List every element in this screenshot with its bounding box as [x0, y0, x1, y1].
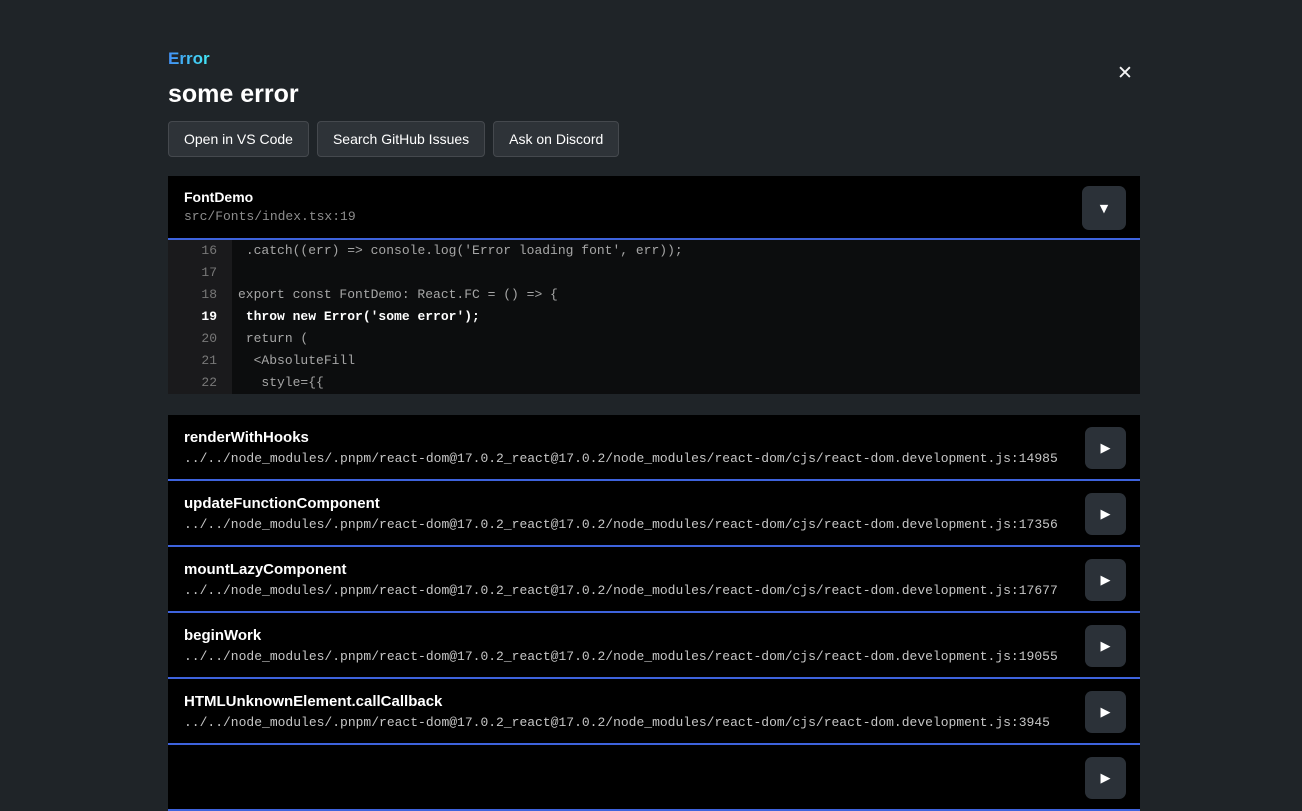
code-line: 22 style={{	[168, 372, 1140, 394]
code-line: 21 <AbsoluteFill	[168, 350, 1140, 372]
chevron-down-icon: ▼	[1100, 203, 1108, 214]
frame-path: ../../node_modules/.pnpm/react-dom@17.0.…	[184, 517, 1070, 532]
expand-frame-button[interactable]: ▶	[1085, 559, 1126, 601]
line-number: 19	[168, 306, 232, 328]
code-line: 16 .catch((err) => console.log('Error lo…	[168, 240, 1140, 262]
expand-frame-button[interactable]: ▶	[1085, 625, 1126, 667]
stack-trace-list: renderWithHooks ../../node_modules/.pnpm…	[168, 415, 1140, 811]
error-kicker: Error	[168, 49, 210, 69]
action-buttons: Open in VS Code Search GitHub Issues Ask…	[168, 121, 1140, 157]
stack-frame-htmlunknownelement-callcallback: HTMLUnknownElement.callCallback ../../no…	[168, 679, 1140, 745]
error-content: Error some error Open in VS Code Search …	[168, 49, 1140, 811]
code-frame-card: FontDemo src/Fonts/index.tsx:19 ▼ 16 .ca…	[168, 176, 1140, 394]
frame-name: HTMLUnknownElement.callCallback	[184, 693, 1070, 710]
code-snippet: 16 .catch((err) => console.log('Error lo…	[168, 240, 1140, 394]
line-code: return (	[232, 328, 1140, 350]
line-number: 16	[168, 240, 232, 262]
frame-path: ../../node_modules/.pnpm/react-dom@17.0.…	[184, 583, 1070, 598]
line-code: export const FontDemo: React.FC = () => …	[232, 284, 1140, 306]
stack-frame-renderwithhooks: renderWithHooks ../../node_modules/.pnpm…	[168, 415, 1140, 481]
frame-name: updateFunctionComponent	[184, 495, 1070, 512]
stack-frame-mountlazycomponent: mountLazyComponent ../../node_modules/.p…	[168, 547, 1140, 613]
line-number: 17	[168, 262, 232, 284]
line-code: throw new Error('some error');	[232, 306, 1140, 328]
line-code	[232, 262, 1140, 284]
line-code: style={{	[232, 372, 1140, 394]
expand-frame-button[interactable]: ▶	[1085, 757, 1126, 799]
search-github-issues-button[interactable]: Search GitHub Issues	[317, 121, 485, 157]
error-title: some error	[168, 80, 1140, 109]
expand-frame-button[interactable]: ▶	[1085, 427, 1126, 469]
open-in-vscode-button[interactable]: Open in VS Code	[168, 121, 309, 157]
collapse-code-button[interactable]: ▼	[1082, 186, 1126, 230]
stack-frame-beginwork: beginWork ../../node_modules/.pnpm/react…	[168, 613, 1140, 679]
frame-path: ../../node_modules/.pnpm/react-dom@17.0.…	[184, 715, 1070, 730]
play-icon: ▶	[1101, 442, 1111, 455]
code-frame-header: FontDemo src/Fonts/index.tsx:19 ▼	[168, 176, 1140, 240]
frame-name: renderWithHooks	[184, 429, 1070, 446]
play-icon: ▶	[1101, 772, 1111, 785]
stack-frame-updatefunctioncomponent: updateFunctionComponent ../../node_modul…	[168, 481, 1140, 547]
code-line-highlighted: 19 throw new Error('some error');	[168, 306, 1140, 328]
code-line: 17	[168, 262, 1140, 284]
line-number: 22	[168, 372, 232, 394]
ask-on-discord-button[interactable]: Ask on Discord	[493, 121, 619, 157]
line-number: 18	[168, 284, 232, 306]
expand-frame-button[interactable]: ▶	[1085, 493, 1126, 535]
code-line: 18export const FontDemo: React.FC = () =…	[168, 284, 1140, 306]
code-frame-location: src/Fonts/index.tsx:19	[184, 209, 1140, 225]
frame-name: mountLazyComponent	[184, 561, 1070, 578]
frame-path: ../../node_modules/.pnpm/react-dom@17.0.…	[184, 451, 1070, 466]
code-line: 20 return (	[168, 328, 1140, 350]
line-code: .catch((err) => console.log('Error loadi…	[232, 240, 1140, 262]
stack-frame-partial: ▶	[168, 745, 1140, 811]
play-icon: ▶	[1101, 508, 1111, 521]
frame-name: beginWork	[184, 627, 1070, 644]
play-icon: ▶	[1101, 706, 1111, 719]
line-code: <AbsoluteFill	[232, 350, 1140, 372]
play-icon: ▶	[1101, 574, 1111, 587]
frame-path: ../../node_modules/.pnpm/react-dom@17.0.…	[184, 649, 1070, 664]
expand-frame-button[interactable]: ▶	[1085, 691, 1126, 733]
line-number: 21	[168, 350, 232, 372]
code-frame-title: FontDemo	[184, 189, 1140, 206]
play-icon: ▶	[1101, 640, 1111, 653]
line-number: 20	[168, 328, 232, 350]
